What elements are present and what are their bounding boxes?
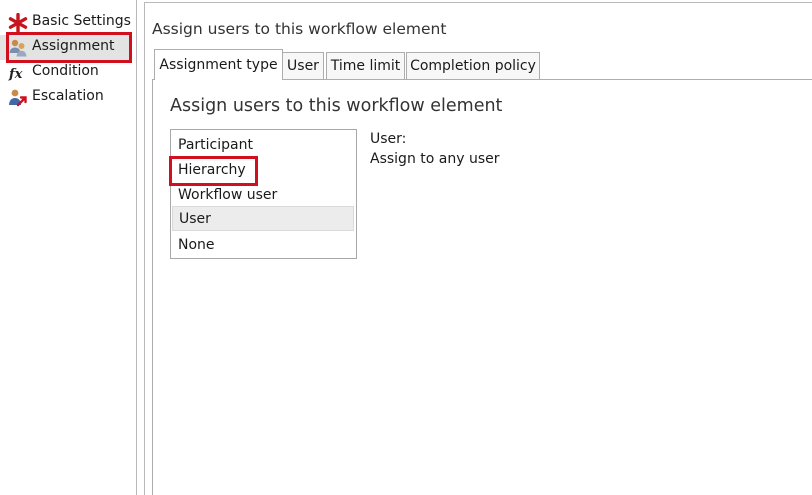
nav-item-escalation[interactable]: Escalation — [0, 85, 132, 110]
page-title: Assign users to this workflow element — [152, 20, 447, 38]
escalation-icon — [9, 89, 27, 107]
tab-user[interactable]: User — [282, 52, 324, 79]
nav-item-assignment[interactable]: Assignment — [0, 35, 132, 60]
list-item-user[interactable]: User — [172, 206, 354, 231]
function-icon: fx — [8, 67, 23, 82]
nav-item-condition[interactable]: fx Condition — [0, 60, 132, 85]
list-item-hierarchy[interactable]: Hierarchy — [172, 157, 354, 182]
left-nav: Basic Settings Assignment fx Condition E… — [0, 0, 136, 495]
nav-item-label: Escalation — [32, 88, 104, 104]
nav-item-basic-settings[interactable]: Basic Settings — [0, 10, 132, 35]
list-item-participant[interactable]: Participant — [172, 132, 354, 157]
detail-label: User: — [370, 131, 407, 147]
nav-item-label: Basic Settings — [32, 13, 131, 29]
panel-title: Assign users to this workflow element — [170, 96, 503, 116]
nav-item-label: Assignment — [32, 38, 115, 54]
list-item-workflow-user[interactable]: Workflow user — [172, 182, 354, 207]
svg-text:fx: fx — [8, 67, 23, 82]
tab-completion-policy[interactable]: Completion policy — [406, 52, 540, 79]
detail-value: Assign to any user — [370, 151, 500, 167]
asterisk-icon — [8, 13, 28, 33]
tab-time-limit[interactable]: Time limit — [326, 52, 405, 79]
nav-item-label: Condition — [32, 63, 99, 79]
assign-users-icon — [9, 39, 27, 57]
nav-divider — [136, 0, 137, 495]
tab-assignment-type[interactable]: Assignment type — [154, 49, 283, 80]
list-item-none[interactable]: None — [172, 232, 354, 257]
